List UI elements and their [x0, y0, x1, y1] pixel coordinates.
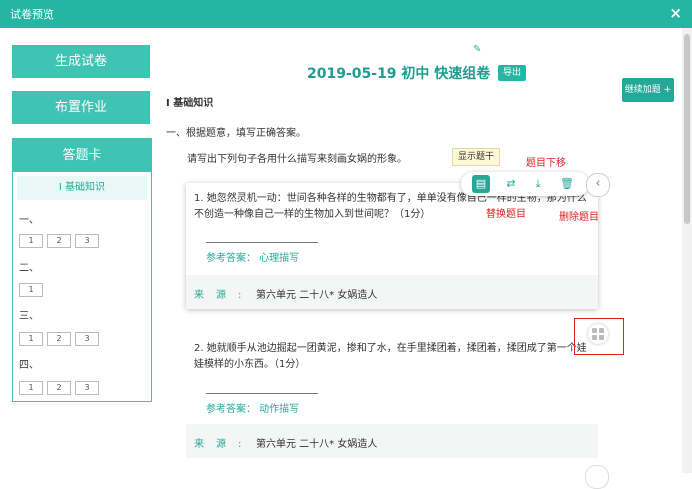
group-label: 三、 — [19, 311, 39, 322]
question-number-button[interactable]: 1 — [19, 283, 43, 297]
vertical-scrollbar[interactable] — [682, 28, 692, 473]
export-button[interactable]: 导出 — [498, 65, 526, 81]
grid-icon[interactable] — [588, 324, 608, 344]
group-label: 一、 — [19, 215, 39, 226]
paper-title: 2019-05-19 初中 快速组卷 — [307, 66, 491, 82]
assign-homework-button[interactable]: 布置作业 — [12, 91, 150, 124]
question-toolbar: ▤ ⇄ ⤓ 🗑 — [461, 172, 589, 196]
edit-title-icon[interactable]: ✎ — [473, 44, 481, 55]
source-text: 第六单元 二十八* 女娲造人 — [256, 439, 378, 450]
answer-card: 答题卡 Ⅰ 基础知识 一、 123 二、 1 三、 123 四、 123 — [12, 138, 152, 402]
group-label: 二、 — [19, 263, 39, 274]
section-title: Ⅰ 基础知识 — [166, 98, 214, 109]
question-number-button[interactable]: 1 — [19, 332, 43, 346]
question-card[interactable]: 1. 她忽然灵机一动：世间各种各样的生物都有了，单单没有像自己一样的生物，那为什… — [186, 183, 598, 309]
show-stem-button[interactable]: 显示题干 — [452, 148, 500, 166]
question-number-button[interactable]: 3 — [75, 332, 99, 346]
answer-card-section[interactable]: Ⅰ 基础知识 — [17, 176, 147, 200]
trash-icon[interactable]: 🗑 — [558, 175, 576, 193]
window-title: 试卷预览 — [10, 8, 54, 21]
source-text: 第六单元 二十八* 女娲造人 — [256, 290, 378, 301]
reference-answer: 参考答案： 心理描写 — [206, 253, 300, 264]
part-title: 一、根据题意，填写正确答案。 — [166, 128, 306, 139]
question-number-button[interactable]: 3 — [75, 381, 99, 395]
swap-icon[interactable]: ⇄ — [502, 175, 520, 193]
answer-card-title: 答题卡 — [13, 139, 151, 172]
question-number-button[interactable]: 3 — [75, 234, 99, 248]
question-number-button[interactable]: 2 — [47, 381, 71, 395]
chevron-left-icon[interactable]: ‹ — [586, 173, 610, 197]
question-number-button[interactable]: 1 — [19, 234, 43, 248]
reference-answer: 参考答案： 动作描写 — [206, 404, 300, 415]
source-bar: 来源: 第六单元 二十八* 女娲造人 — [186, 275, 598, 309]
generate-paper-button[interactable]: 生成试卷 — [12, 45, 150, 78]
question-card[interactable]: 2. 她就顺手从池边掘起一团黄泥，掺和了水，在手里揉团着，揉团着，揉团成了第一个… — [186, 330, 598, 473]
annotation-replace: 替换题目 — [486, 209, 526, 220]
source-bar: 来源: 第六单元 二十八* 女娲造人 — [186, 424, 598, 458]
title-bar: 试卷预览 × — [0, 0, 692, 28]
circle-button-icon[interactable] — [585, 465, 609, 489]
answer-blank — [206, 393, 318, 394]
scrollbar-thumb[interactable] — [684, 34, 690, 224]
download-icon[interactable]: ⤓ — [529, 175, 547, 193]
continue-add-button[interactable]: 继续加题 + — [622, 78, 674, 102]
annotation-move-down: 题目下移 — [526, 158, 566, 169]
annotation-delete: 删除题目 — [559, 212, 599, 223]
close-icon[interactable]: × — [669, 4, 682, 22]
question-number-button[interactable]: 2 — [47, 234, 71, 248]
group-label: 四、 — [19, 360, 39, 371]
part-instruction: 请写出下列句子各用什么描写来刻画女娲的形象。 — [187, 154, 407, 165]
question-number-button[interactable]: 1 — [19, 381, 43, 395]
source-label: 来源: — [194, 290, 254, 301]
question-text: 2. 她就顺手从池边掘起一团黄泥，掺和了水，在手里揉团着，揉团着，揉团成了第一个… — [194, 343, 587, 370]
question-number-button[interactable]: 2 — [47, 332, 71, 346]
answer-blank — [206, 242, 318, 243]
detail-icon[interactable]: ▤ — [472, 175, 490, 193]
source-label: 来源: — [194, 439, 254, 450]
